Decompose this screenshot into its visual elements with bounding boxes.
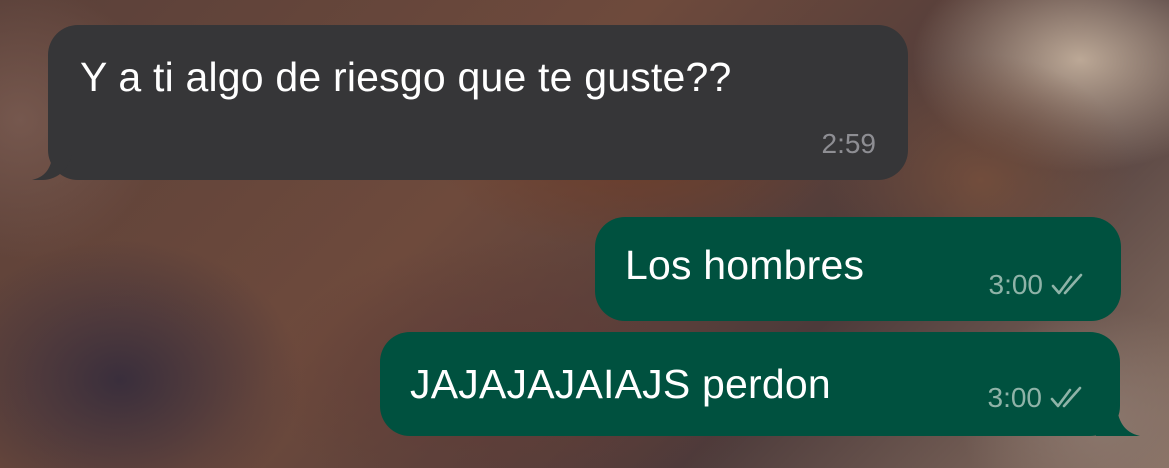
message-timestamp: 3:00 [988, 269, 1044, 300]
message-text: Y a ti algo de riesgo que te guste?? [80, 54, 732, 100]
message-bubble-outgoing[interactable]: JAJAJAJAIAJS perdon 3:00 [380, 332, 1120, 436]
message-meta: 3:00 [989, 269, 1092, 301]
message-timestamp: 3:00 [987, 382, 1043, 413]
message-bubble-incoming[interactable]: Y a ti algo de riesgo que te guste?? 2:5… [48, 25, 908, 180]
double-check-icon [1050, 386, 1082, 408]
message-text: JAJAJAJAIAJS perdon [410, 361, 831, 407]
chat-wallpaper: Y a ti algo de riesgo que te guste?? 2:5… [0, 0, 1169, 468]
message-meta: 3:00 [988, 382, 1091, 414]
message-meta: 2:59 [822, 128, 877, 160]
double-check-icon [1051, 273, 1083, 295]
bubble-tail [32, 146, 72, 180]
message-text: Los hombres [625, 242, 865, 288]
bubble-tail [1096, 402, 1140, 436]
message-bubble-outgoing[interactable]: Los hombres 3:00 [595, 217, 1121, 321]
message-timestamp: 2:59 [821, 128, 877, 159]
